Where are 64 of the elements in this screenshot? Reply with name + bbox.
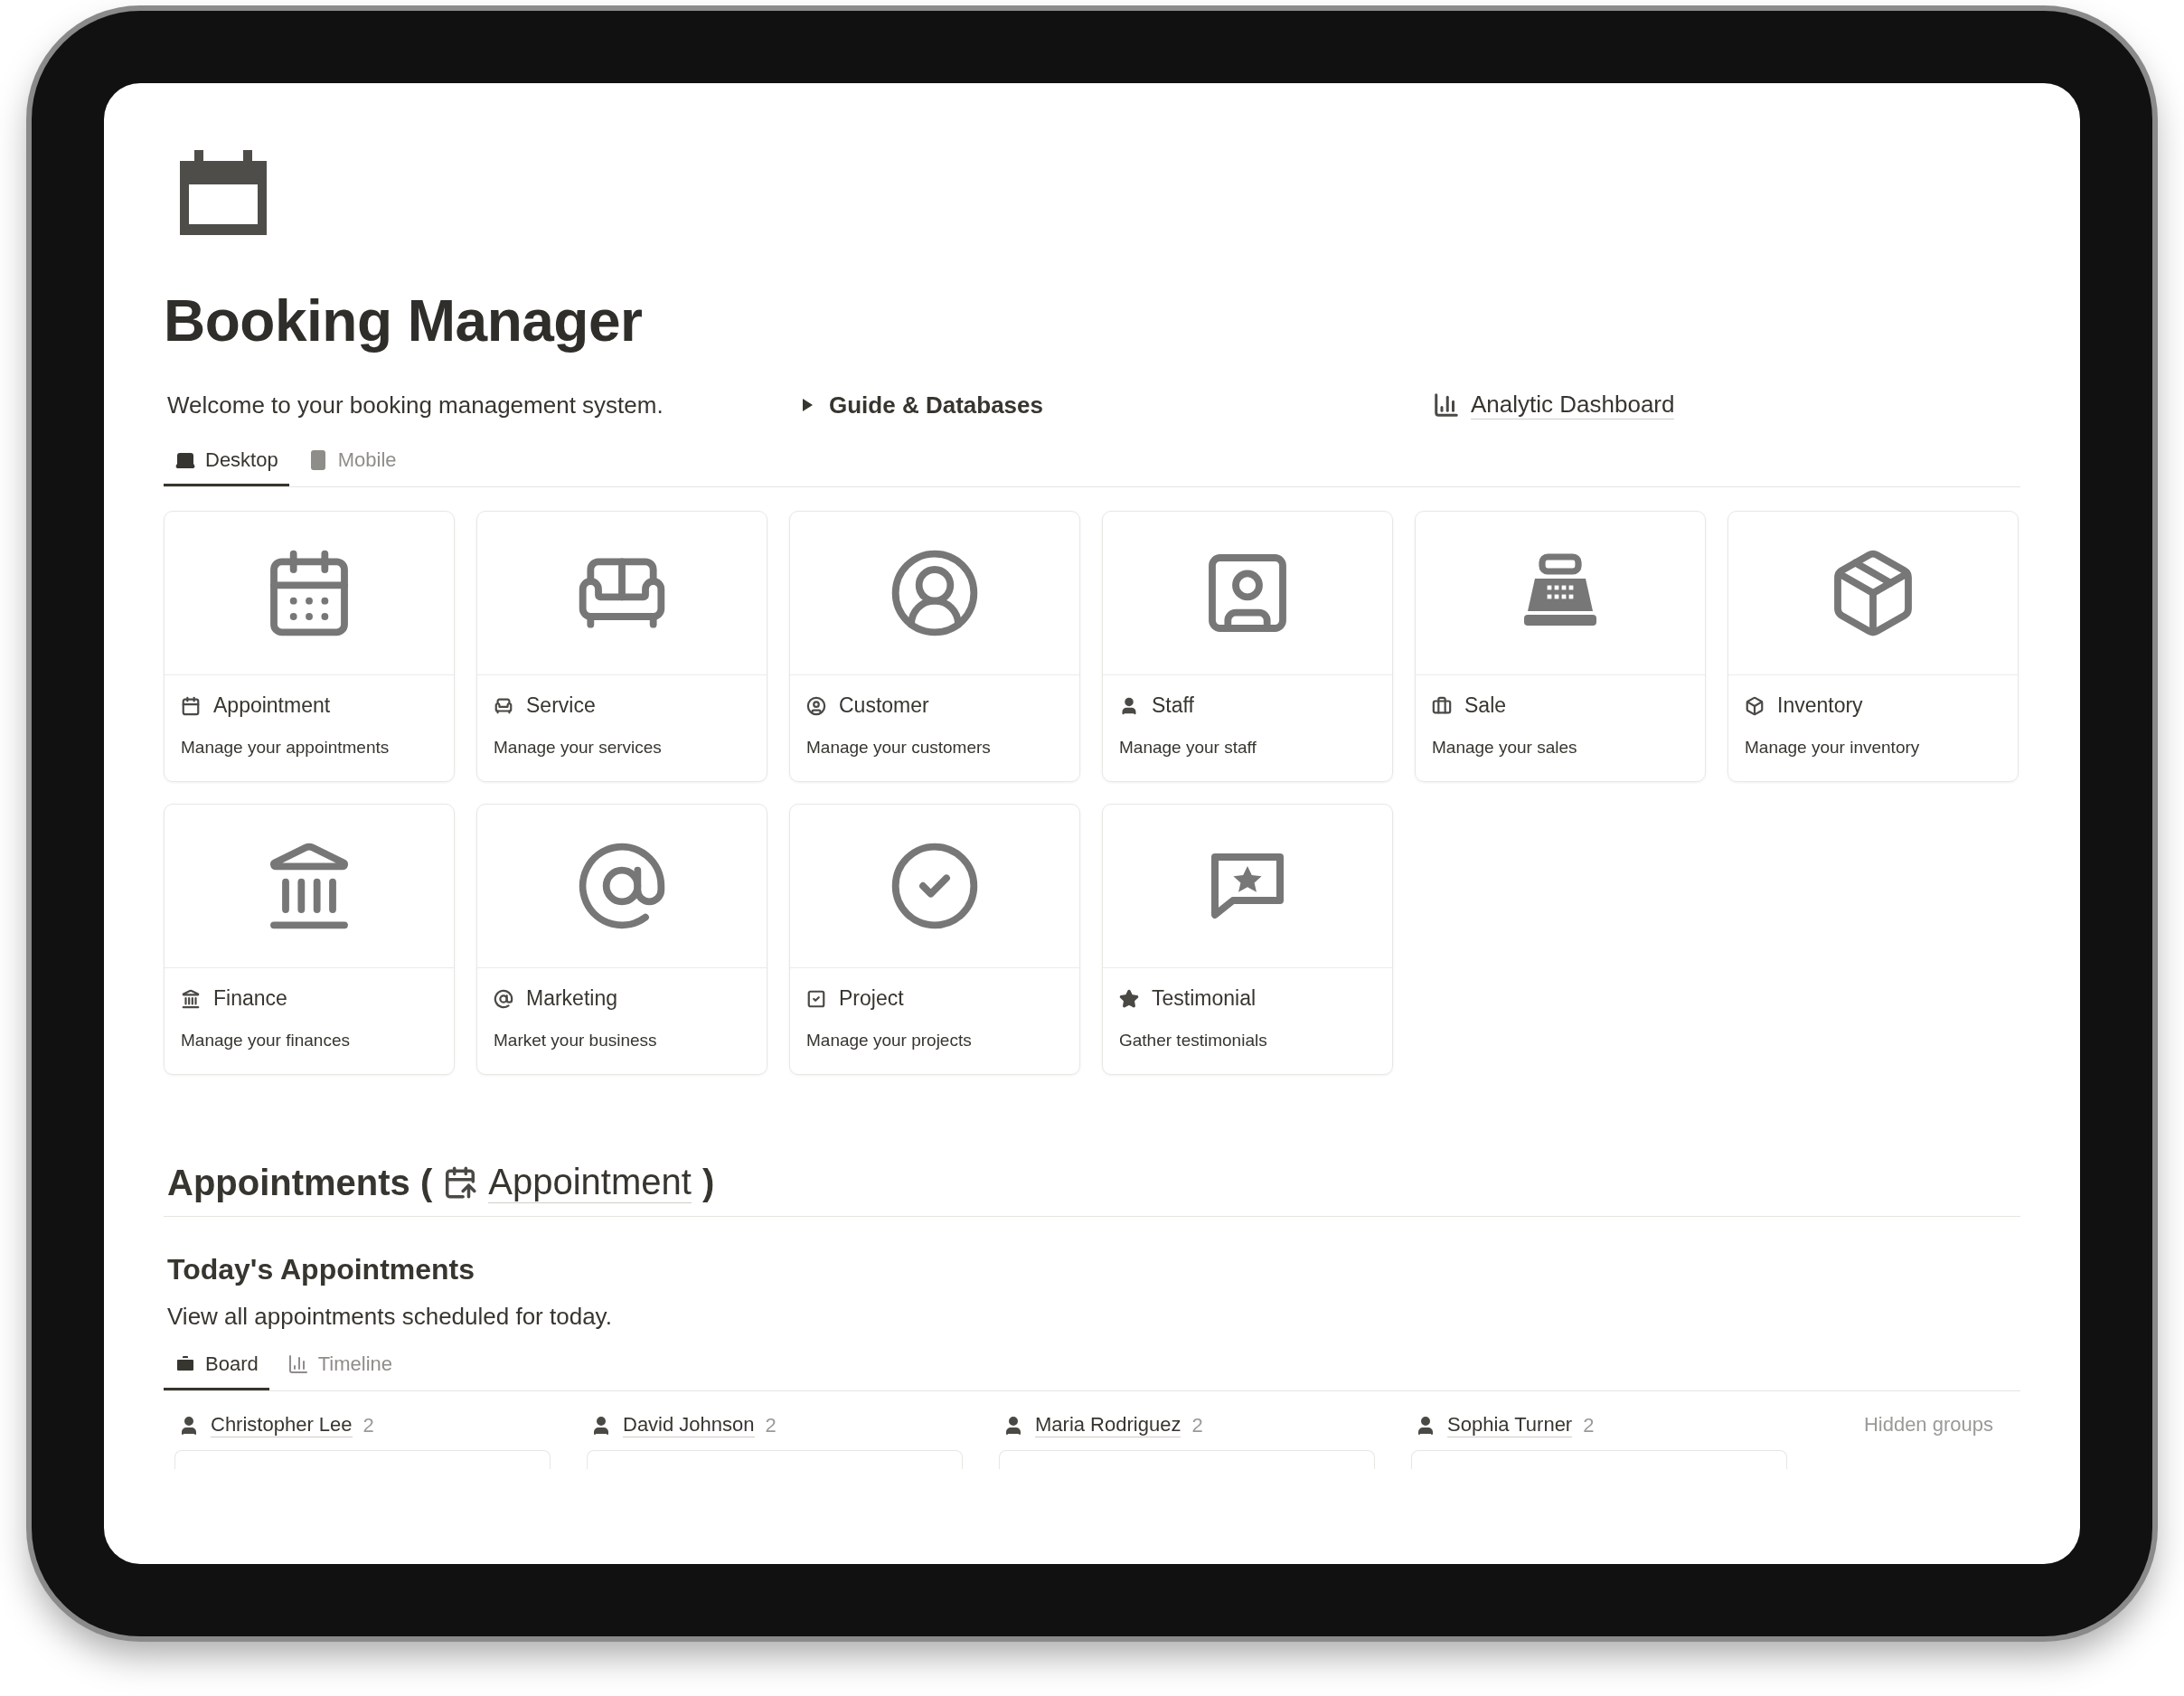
welcome-text: Welcome to your booking management system. (167, 391, 664, 419)
checkbox-icon (806, 988, 826, 1009)
star-icon (1119, 988, 1139, 1009)
group-count: 2 (362, 1413, 374, 1437)
group-name[interactable]: David Johnson (623, 1413, 755, 1437)
dashboard-link[interactable]: Analytic Dashboard (1471, 391, 1675, 419)
card-title: Inventory (1777, 693, 1863, 718)
board-card[interactable] (999, 1450, 1375, 1469)
nav-card[interactable]: Sale Manage your sales (1415, 511, 1706, 782)
user-circle-icon (806, 695, 826, 716)
nav-card[interactable]: Inventory Manage your inventory (1727, 511, 2019, 782)
card-title: Service (526, 693, 596, 718)
chart-icon (1433, 391, 1460, 419)
person-icon (1119, 695, 1139, 716)
card-title: Sale (1464, 693, 1507, 718)
group-name[interactable]: Maria Rodriguez (1035, 1413, 1181, 1437)
group-name[interactable]: Christopher Lee (211, 1413, 353, 1437)
toggle-label[interactable]: Guide & Databases (829, 391, 1043, 419)
card-description: Manage your sales (1432, 738, 1578, 758)
card-title: Project (839, 986, 904, 1011)
subsection-title: Today's Appointments (167, 1253, 476, 1286)
card-description: Gather testimonials (1119, 1031, 1268, 1051)
nav-card[interactable]: Appointment Manage your appointments (164, 511, 455, 782)
card-description: Manage your projects (806, 1031, 973, 1051)
card-description: Market your business (494, 1031, 658, 1051)
nav-card[interactable]: Customer Manage your customers (789, 511, 1080, 782)
board-card[interactable] (1411, 1450, 1787, 1469)
calendar-icon (181, 695, 201, 716)
card-title: Finance (213, 986, 287, 1011)
box-icon (1745, 695, 1765, 716)
board-card[interactable] (174, 1450, 551, 1469)
toggle-triangle-icon[interactable] (800, 398, 814, 412)
page-title: Booking Manager (164, 287, 644, 354)
nav-card[interactable]: Staff Manage your staff (1102, 511, 1393, 782)
view-tab[interactable]: Board (164, 1342, 269, 1390)
group-count: 2 (1583, 1413, 1595, 1437)
card-title: Appointment (213, 693, 331, 718)
nav-card[interactable]: Marketing Market your business (476, 804, 767, 1075)
at-sign-icon (494, 988, 513, 1009)
subsection-description: View all appointments scheduled for today. (167, 1303, 613, 1331)
nav-card[interactable]: Finance Manage your finances (164, 804, 455, 1075)
card-description: Manage your finances (181, 1031, 351, 1051)
card-description: Manage your appointments (181, 738, 391, 758)
calendar-icon (178, 150, 268, 237)
nav-card[interactable]: Testimonial Gather testimonials (1102, 804, 1393, 1075)
group-name[interactable]: Sophia Turner (1447, 1413, 1573, 1437)
group-count: 2 (1191, 1413, 1203, 1437)
card-title: Marketing (526, 986, 617, 1011)
card-description: Manage your inventory (1745, 738, 1921, 758)
card-description: Manage your staff (1119, 738, 1257, 758)
card-title: Customer (839, 693, 929, 718)
view-tab[interactable]: Desktop (164, 438, 289, 486)
card-description: Manage your services (494, 738, 663, 758)
section-heading-end: ) (701, 1162, 715, 1203)
group-count: 2 (765, 1413, 777, 1437)
section-heading: Appointments ( (167, 1162, 433, 1203)
card-description: Manage your customers (806, 738, 992, 758)
card-title: Staff (1152, 693, 1194, 718)
bank-icon (181, 988, 201, 1009)
card-title: Testimonial (1152, 986, 1257, 1011)
nav-card[interactable]: Project Manage your projects (789, 804, 1080, 1075)
board-card[interactable] (587, 1450, 963, 1469)
appointment-link[interactable]: Appointment (488, 1162, 692, 1203)
nav-card[interactable]: Service Manage your services (476, 511, 767, 782)
